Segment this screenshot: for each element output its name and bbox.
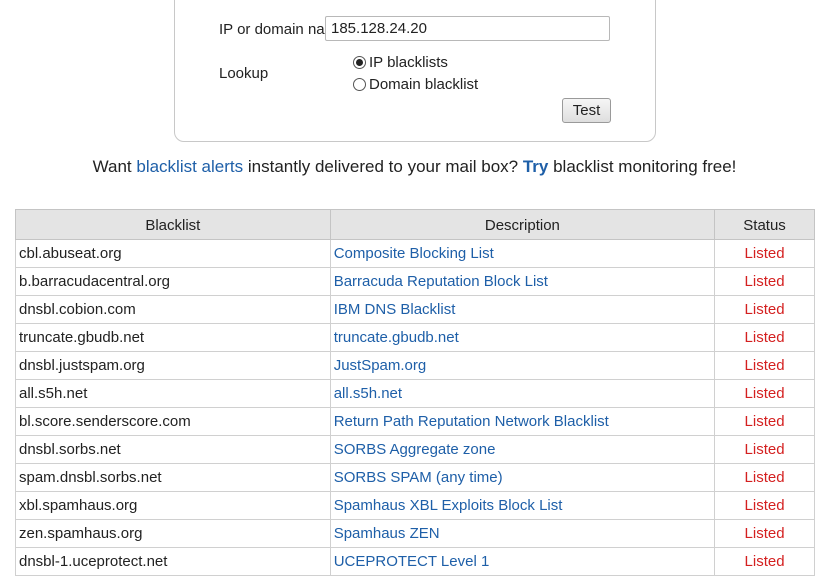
table-row: xbl.spamhaus.org Spamhaus XBL Exploits B… — [15, 491, 815, 520]
table-row: spam.dnsbl.sorbs.net SORBS SPAM (any tim… — [15, 463, 815, 492]
description-cell: all.s5h.net — [329, 379, 716, 408]
status-cell: Listed — [714, 239, 815, 268]
header-description: Description — [329, 209, 716, 240]
status-cell: Listed — [714, 463, 815, 492]
lookup-form: IP or domain name Lookup IP blacklists D… — [174, 0, 656, 142]
description-cell: SORBS Aggregate zone — [329, 435, 716, 464]
description-cell: UCEPROTECT Level 1 — [329, 547, 716, 576]
status-cell: Listed — [714, 351, 815, 380]
description-cell: truncate.gbudb.net — [329, 323, 716, 352]
blacklist-cell: xbl.spamhaus.org — [15, 491, 331, 520]
header-blacklist: Blacklist — [15, 209, 331, 240]
table-row: b.barracudacentral.org Barracuda Reputat… — [15, 267, 815, 296]
description-link[interactable]: Composite Blocking List — [334, 245, 494, 262]
description-link[interactable]: Spamhaus ZEN — [334, 525, 440, 542]
blacklist-cell: dnsbl-1.uceprotect.net — [15, 547, 331, 576]
blacklist-cell: zen.spamhaus.org — [15, 519, 331, 548]
description-link[interactable]: Barracuda Reputation Block List — [334, 273, 548, 290]
table-row: truncate.gbudb.net truncate.gbudb.net Li… — [15, 323, 815, 352]
description-cell: JustSpam.org — [329, 351, 716, 380]
description-link[interactable]: Spamhaus XBL Exploits Block List — [334, 497, 563, 514]
blacklist-cell: all.s5h.net — [15, 379, 331, 408]
description-link[interactable]: truncate.gbudb.net — [334, 329, 459, 346]
blacklist-cell: dnsbl.sorbs.net — [15, 435, 331, 464]
description-cell: Spamhaus XBL Exploits Block List — [329, 491, 716, 520]
status-cell: Listed — [714, 323, 815, 352]
blacklist-cell: truncate.gbudb.net — [15, 323, 331, 352]
table-row: dnsbl.justspam.org JustSpam.org Listed — [15, 351, 815, 380]
promo-prefix: Want — [92, 157, 137, 176]
description-cell: Return Path Reputation Network Blacklist — [329, 407, 716, 436]
description-cell: Barracuda Reputation Block List — [329, 267, 716, 296]
table-header-row: Blacklist Description Status — [15, 209, 815, 240]
status-cell: Listed — [714, 435, 815, 464]
table-row: all.s5h.net all.s5h.net Listed — [15, 379, 815, 408]
blacklist-alerts-link[interactable]: blacklist alerts — [136, 157, 243, 176]
ip-domain-input[interactable] — [325, 16, 610, 41]
description-cell: IBM DNS Blacklist — [329, 295, 716, 324]
radio-ip-label[interactable]: IP blacklists — [369, 54, 448, 71]
description-link[interactable]: SORBS SPAM (any time) — [334, 469, 503, 486]
status-cell: Listed — [714, 519, 815, 548]
try-link[interactable]: Try — [523, 157, 549, 176]
status-cell: Listed — [714, 491, 815, 520]
description-cell: Spamhaus ZEN — [329, 519, 716, 548]
status-cell: Listed — [714, 547, 815, 576]
promo-suffix: blacklist monitoring free! — [548, 157, 737, 176]
table-row: bl.score.senderscore.com Return Path Rep… — [15, 407, 815, 436]
description-link[interactable]: UCEPROTECT Level 1 — [334, 553, 490, 570]
status-cell: Listed — [714, 379, 815, 408]
status-cell: Listed — [714, 407, 815, 436]
description-link[interactable]: Return Path Reputation Network Blacklist — [334, 413, 609, 430]
radio-ip-icon[interactable] — [353, 56, 366, 69]
description-cell: Composite Blocking List — [329, 239, 716, 268]
promo-text: Want blacklist alerts instantly delivere… — [0, 157, 817, 177]
description-link[interactable]: JustSpam.org — [334, 357, 427, 374]
description-cell: SORBS SPAM (any time) — [329, 463, 716, 492]
header-status: Status — [714, 209, 815, 240]
blacklist-cell: dnsbl.justspam.org — [15, 351, 331, 380]
table-row: zen.spamhaus.org Spamhaus ZEN Listed — [15, 519, 815, 548]
status-cell: Listed — [714, 267, 815, 296]
table-row: dnsbl.cobion.com IBM DNS Blacklist Liste… — [15, 295, 815, 324]
blacklist-cell: bl.score.senderscore.com — [15, 407, 331, 436]
radio-domain-icon[interactable] — [353, 78, 366, 91]
radio-domain-blacklist[interactable]: Domain blacklist — [353, 76, 478, 93]
description-link[interactable]: all.s5h.net — [334, 385, 402, 402]
status-cell: Listed — [714, 295, 815, 324]
description-link[interactable]: SORBS Aggregate zone — [334, 441, 496, 458]
blacklist-cell: b.barracudacentral.org — [15, 267, 331, 296]
blacklist-cell: spam.dnsbl.sorbs.net — [15, 463, 331, 492]
blacklist-cell: dnsbl.cobion.com — [15, 295, 331, 324]
table-row: dnsbl-1.uceprotect.net UCEPROTECT Level … — [15, 547, 815, 576]
test-button[interactable]: Test — [562, 98, 611, 123]
lookup-label: Lookup — [219, 65, 269, 82]
radio-domain-label[interactable]: Domain blacklist — [369, 76, 478, 93]
table-row: dnsbl.sorbs.net SORBS Aggregate zone Lis… — [15, 435, 815, 464]
radio-ip-blacklists[interactable]: IP blacklists — [353, 54, 448, 71]
blacklist-cell: cbl.abuseat.org — [15, 239, 331, 268]
promo-middle: instantly delivered to your mail box? — [243, 157, 523, 176]
blacklist-table: Blacklist Description Status cbl.abuseat… — [15, 209, 815, 576]
table-row: cbl.abuseat.org Composite Blocking List … — [15, 239, 815, 268]
description-link[interactable]: IBM DNS Blacklist — [334, 301, 456, 318]
